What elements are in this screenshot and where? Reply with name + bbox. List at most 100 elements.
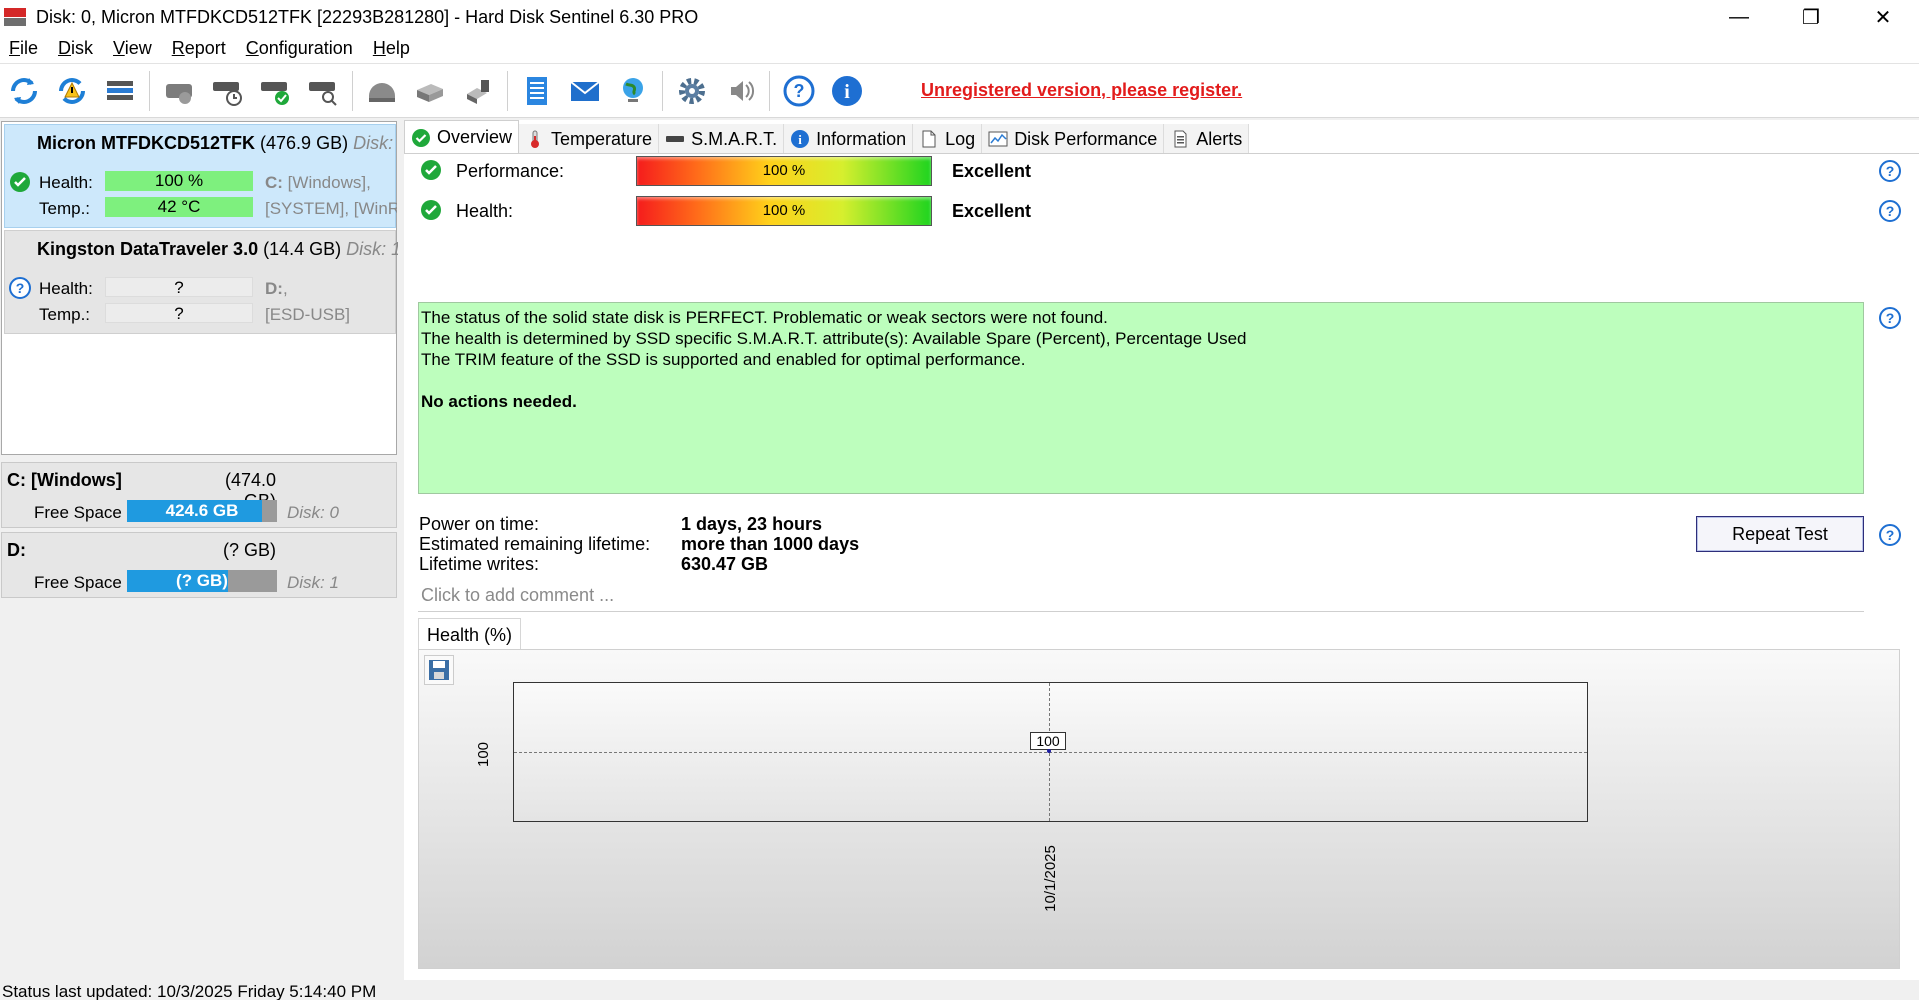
network-icon[interactable] bbox=[614, 72, 652, 110]
save-graph-button[interactable] bbox=[424, 655, 454, 685]
tab-smart[interactable]: S.M.A.R.T. bbox=[659, 124, 785, 154]
external-drive-icon[interactable] bbox=[411, 72, 449, 110]
tab-log[interactable]: Log bbox=[913, 124, 983, 154]
partition-name: D: bbox=[7, 540, 26, 560]
toolbar-separator bbox=[352, 70, 353, 111]
check-icon bbox=[9, 171, 31, 193]
sound-icon[interactable] bbox=[721, 72, 759, 110]
comment-input[interactable]: Click to add comment ... bbox=[418, 580, 1864, 612]
gear-icon[interactable] bbox=[673, 72, 711, 110]
performance-label: Performance: bbox=[456, 161, 565, 181]
disk-schedule-icon[interactable] bbox=[208, 72, 246, 110]
overview-panel: Performance: 100 % Excellent ? Health: 1… bbox=[404, 153, 1919, 980]
drive-line: D:, bbox=[265, 279, 288, 298]
report-icon[interactable] bbox=[518, 72, 556, 110]
register-link[interactable]: Unregistered version, please register. bbox=[921, 80, 1242, 101]
refresh-icon[interactable] bbox=[5, 72, 43, 110]
status-line-1: The status of the solid state disk is PE… bbox=[421, 308, 1108, 327]
tab-information[interactable]: i Information bbox=[784, 124, 914, 154]
help-icon[interactable]: ? bbox=[1878, 159, 1902, 183]
free-space-bar: 424.6 GB bbox=[127, 500, 277, 522]
menu-file[interactable]: File bbox=[0, 38, 48, 59]
disk-check-icon[interactable] bbox=[256, 72, 294, 110]
partition-name: C: [Windows] bbox=[7, 470, 122, 490]
right-panel: Overview Temperature S.M.A.R.T. i Inform… bbox=[404, 120, 1919, 980]
repeat-test-button[interactable]: Repeat Test bbox=[1696, 516, 1864, 552]
toolbar-separator bbox=[149, 70, 150, 111]
tab-bar: Overview Temperature S.M.A.R.T. i Inform… bbox=[404, 120, 1250, 154]
health-bar: 100 % bbox=[636, 196, 932, 226]
disk-search-icon[interactable] bbox=[304, 72, 342, 110]
thermometer-icon bbox=[525, 129, 545, 149]
disk-card-1[interactable]: Kingston DataTraveler 3.0 (14.4 GB) Disk… bbox=[4, 230, 401, 334]
svg-text:i: i bbox=[844, 81, 850, 103]
app-icon bbox=[4, 8, 26, 26]
menu-disk[interactable]: Disk bbox=[48, 38, 103, 59]
check-icon bbox=[411, 128, 431, 148]
tab-temperature[interactable]: Temperature bbox=[519, 124, 660, 154]
performance-bar: 100 % bbox=[636, 156, 932, 186]
partition-card-c[interactable]: C: [Windows] (474.0 GB) Free Space 424.6… bbox=[1, 462, 397, 528]
temp-bar: 42 °C bbox=[105, 197, 253, 217]
drive-line-2: [ESD-USB] bbox=[265, 305, 351, 324]
health-row: Health: 100 % Excellent bbox=[420, 196, 1900, 226]
svg-text:?: ? bbox=[1886, 203, 1895, 219]
disk-list: Micron MTFDKCD512TFK (476.9 GB) Disk: 0 … bbox=[1, 121, 408, 455]
disk-list-icon[interactable] bbox=[101, 72, 139, 110]
toolbar: ? i Unregistered version, please registe… bbox=[0, 64, 1919, 118]
tab-overview[interactable]: Overview bbox=[404, 120, 520, 154]
disk-scan-icon[interactable] bbox=[160, 72, 198, 110]
chart-icon bbox=[988, 129, 1008, 149]
usb-drive-icon[interactable] bbox=[459, 72, 497, 110]
svg-text:i: i bbox=[798, 132, 802, 147]
help-icon[interactable]: ? bbox=[780, 72, 818, 110]
temp-label: Temp.: bbox=[39, 305, 91, 324]
email-icon[interactable] bbox=[566, 72, 604, 110]
drive-icon[interactable] bbox=[363, 72, 401, 110]
menu-bar: File Disk View Report Configuration Help bbox=[0, 34, 1919, 64]
free-space-label: Free Space bbox=[34, 503, 122, 522]
disk-card-0[interactable]: Micron MTFDKCD512TFK (476.9 GB) Disk: 0 … bbox=[4, 124, 408, 228]
menu-help[interactable]: Help bbox=[363, 38, 420, 59]
left-panel: Micron MTFDKCD512TFK (476.9 GB) Disk: 0 … bbox=[0, 120, 408, 980]
window-title: Disk: 0, Micron MTFDKCD512TFK [22293B281… bbox=[36, 6, 699, 27]
svg-text:?: ? bbox=[16, 280, 25, 296]
menu-report[interactable]: Report bbox=[162, 38, 236, 59]
info-icon: i bbox=[790, 129, 810, 149]
close-button[interactable]: ✕ bbox=[1847, 0, 1919, 34]
partition-card-d[interactable]: D: (? GB) Free Space (? GB) Disk: 1 bbox=[1, 532, 397, 598]
disk-name: Micron MTFDKCD512TFK (476.9 GB) Disk: 0 bbox=[37, 133, 409, 153]
partition-disk: Disk: 0 bbox=[287, 503, 339, 522]
free-space-value: (? GB) bbox=[176, 571, 228, 590]
disk-name: Kingston DataTraveler 3.0 (14.4 GB) Disk… bbox=[37, 239, 402, 259]
health-label: Health: bbox=[39, 279, 93, 298]
disk-icon bbox=[665, 129, 685, 149]
tab-disk-performance[interactable]: Disk Performance bbox=[982, 124, 1165, 154]
svg-text:?: ? bbox=[1886, 310, 1895, 326]
health-graph: 100 100 10/1/2025 bbox=[418, 649, 1900, 969]
check-icon bbox=[420, 159, 442, 181]
data-label: 100 bbox=[1030, 732, 1066, 750]
svg-text:?: ? bbox=[1886, 527, 1895, 543]
info-icon[interactable]: i bbox=[828, 72, 866, 110]
minimize-button[interactable]: — bbox=[1703, 0, 1775, 34]
tab-health-graph[interactable]: Health (%) bbox=[418, 618, 522, 650]
free-space-value: 424.6 GB bbox=[165, 501, 239, 520]
health-label: Health: bbox=[39, 173, 93, 192]
help-icon[interactable]: ? bbox=[1878, 306, 1902, 330]
free-space-bar: (? GB) bbox=[127, 570, 277, 592]
maximize-button[interactable]: ❐ bbox=[1775, 0, 1847, 34]
status-line-2: The health is determined by SSD specific… bbox=[421, 329, 1247, 348]
partition-size: (? GB) bbox=[222, 540, 276, 560]
health-bar: 100 % bbox=[105, 171, 253, 191]
health-label: Health: bbox=[456, 201, 514, 221]
help-icon[interactable]: ? bbox=[1878, 523, 1902, 547]
temp-bar: ? bbox=[105, 303, 253, 323]
toolbar-separator bbox=[507, 70, 508, 111]
tab-alerts[interactable]: Alerts bbox=[1164, 124, 1250, 154]
refresh-warning-icon[interactable] bbox=[53, 72, 91, 110]
menu-view[interactable]: View bbox=[103, 38, 162, 59]
menu-configuration[interactable]: Configuration bbox=[236, 38, 363, 59]
performance-rating: Excellent bbox=[952, 161, 1032, 181]
help-icon[interactable]: ? bbox=[1878, 199, 1902, 223]
